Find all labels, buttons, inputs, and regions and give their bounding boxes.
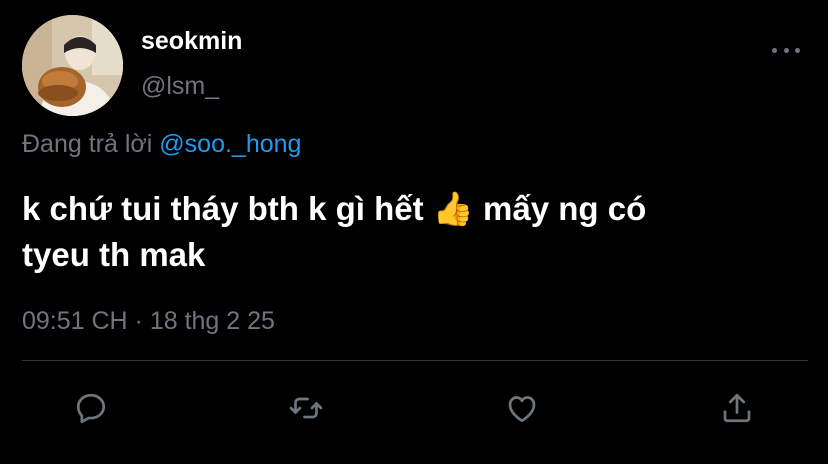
more-dot-icon	[772, 47, 777, 53]
like-button[interactable]	[502, 388, 542, 428]
reply-mention-link[interactable]: @soo._hong	[159, 130, 301, 158]
divider	[22, 360, 808, 361]
share-icon	[723, 393, 751, 423]
tweet-text-line1-end: mấy ng có	[483, 190, 647, 227]
thumbs-up-emoji: 👍	[432, 190, 474, 227]
tweet-text-line2: tyeu th mak	[22, 236, 206, 273]
more-dot-icon	[795, 47, 800, 53]
reply-icon	[76, 393, 106, 424]
tweet-text-line1: k chứ tui tháy bth k gì hết	[22, 190, 424, 227]
avatar-photo	[22, 15, 123, 116]
reply-context: Đang trả lời @soo._hong	[22, 128, 301, 160]
avatar[interactable]	[22, 15, 123, 116]
more-options-button[interactable]	[772, 40, 800, 60]
retweet-button[interactable]	[286, 388, 326, 428]
retweet-icon	[289, 397, 323, 419]
tweet-text: k chứ tui tháy bth k gì hết 👍 mấy ng có …	[22, 186, 802, 278]
like-icon	[508, 396, 536, 423]
author-handle[interactable]: @lsm_	[141, 70, 219, 102]
reply-button[interactable]	[71, 388, 111, 428]
tweet-detail: seokmin @lsm_ Đang trả lời @soo._hong k …	[0, 0, 828, 464]
reply-prefix: Đang trả lời	[22, 130, 153, 158]
more-dot-icon	[783, 47, 789, 53]
tweet-timestamp[interactable]: 09:51 CH · 18 thg 2 25	[22, 305, 275, 337]
author-display-name[interactable]: seokmin	[141, 25, 242, 57]
share-button[interactable]	[717, 388, 757, 428]
